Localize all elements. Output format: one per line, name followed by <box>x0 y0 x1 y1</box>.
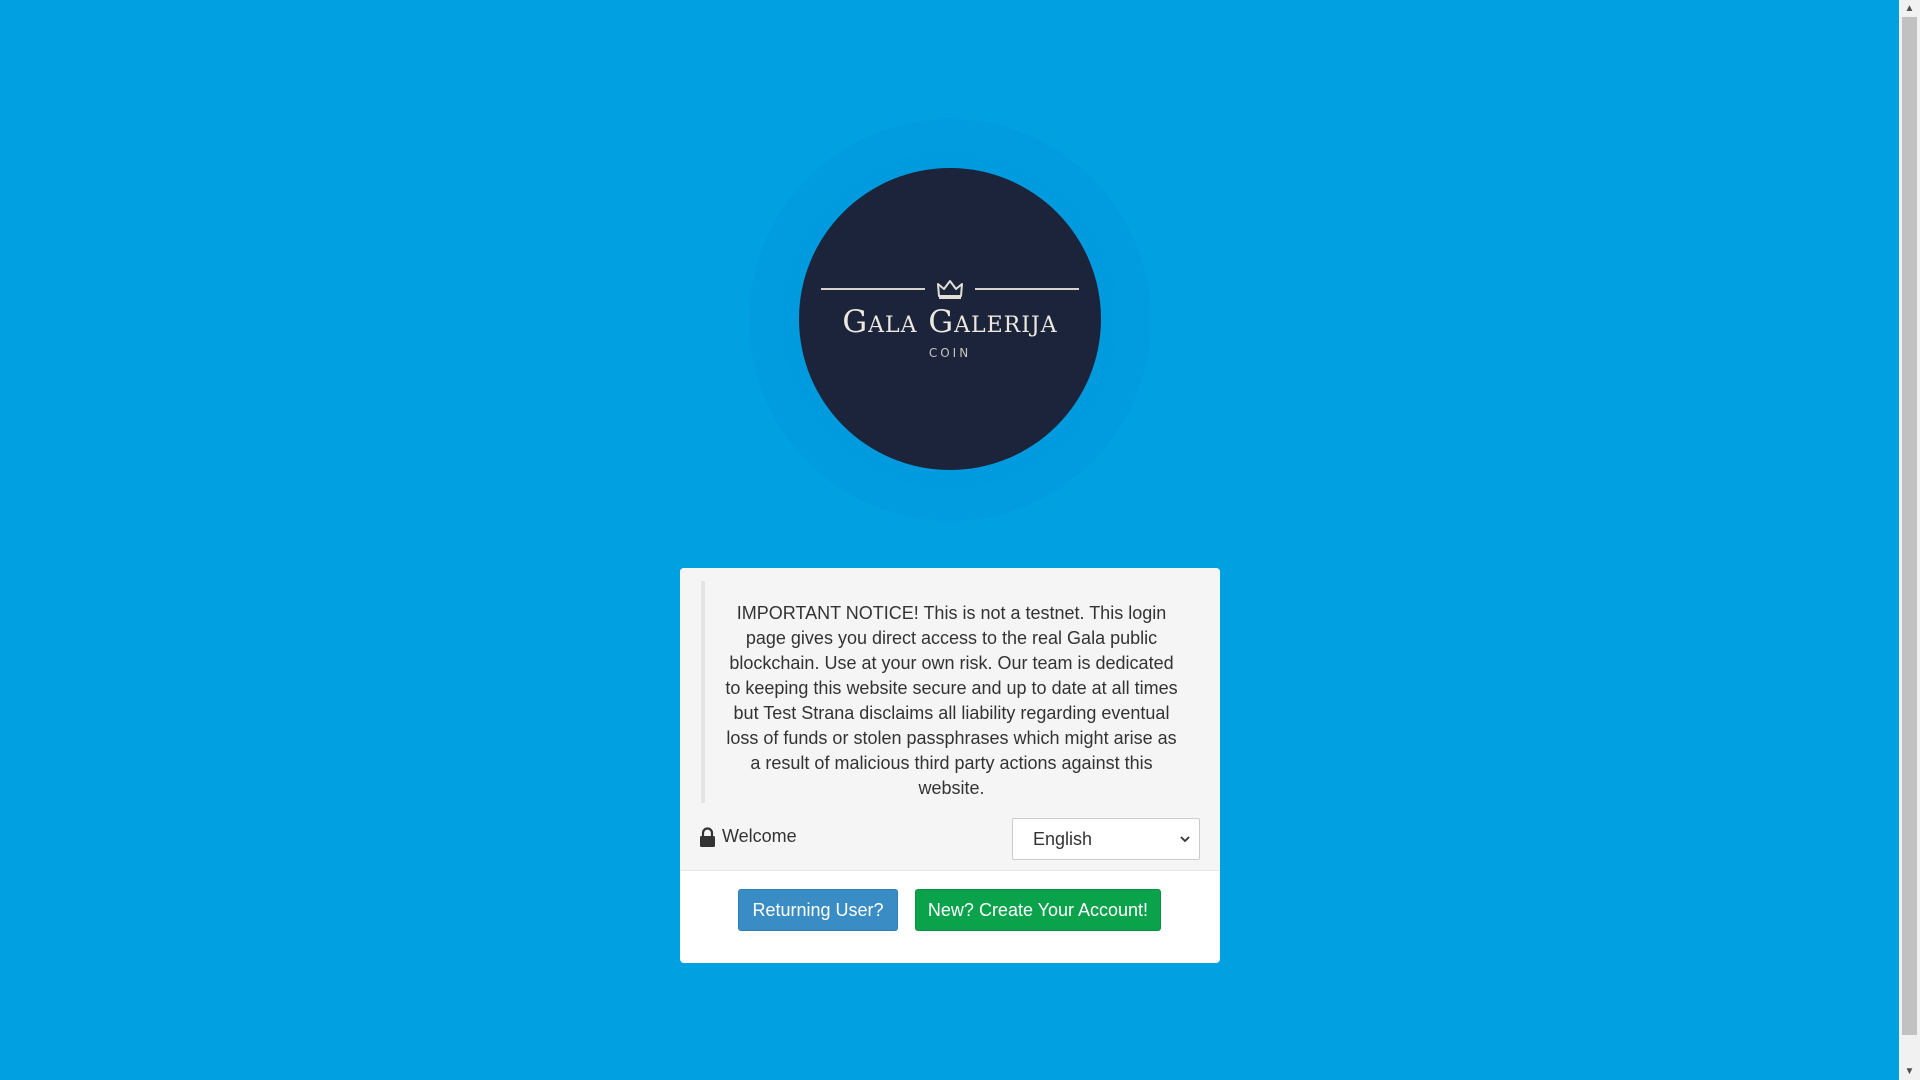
logo-rule-left <box>821 288 925 290</box>
page-background: Gala Galerija COIN IMPORTANT NOTICE! Thi… <box>0 0 1899 1080</box>
chevron-down-icon <box>1180 836 1190 843</box>
logo-subtitle: COIN <box>928 346 972 360</box>
create-account-button[interactable]: New? Create Your Account! <box>915 889 1161 931</box>
scroll-up-arrow[interactable]: ▲ <box>1899 0 1920 17</box>
welcome-label: Welcome <box>722 826 797 846</box>
crown-icon <box>937 280 963 299</box>
language-selected-value: English <box>1033 828 1093 849</box>
language-select[interactable]: English <box>1012 818 1200 860</box>
logo-rule-row <box>821 278 1079 300</box>
returning-user-button[interactable]: Returning User? <box>738 889 898 931</box>
welcome-heading: Welcome <box>699 826 797 847</box>
logo-rule-right <box>975 288 1079 290</box>
important-notice: IMPORTANT NOTICE! This is not a testnet.… <box>701 581 1198 803</box>
lock-icon <box>700 826 715 847</box>
scroll-down-arrow[interactable]: ▼ <box>1899 1063 1920 1080</box>
gala-galerija-logo: Gala Galerija COIN <box>799 168 1101 470</box>
login-card: IMPORTANT NOTICE! This is not a testnet.… <box>680 568 1220 963</box>
card-body: IMPORTANT NOTICE! This is not a testnet.… <box>680 568 1220 871</box>
scroll-thumb[interactable] <box>1902 17 1917 1035</box>
logo-title: Gala Galerija <box>842 304 1058 340</box>
vertical-scrollbar[interactable]: ▲ ▼ <box>1899 0 1920 1080</box>
